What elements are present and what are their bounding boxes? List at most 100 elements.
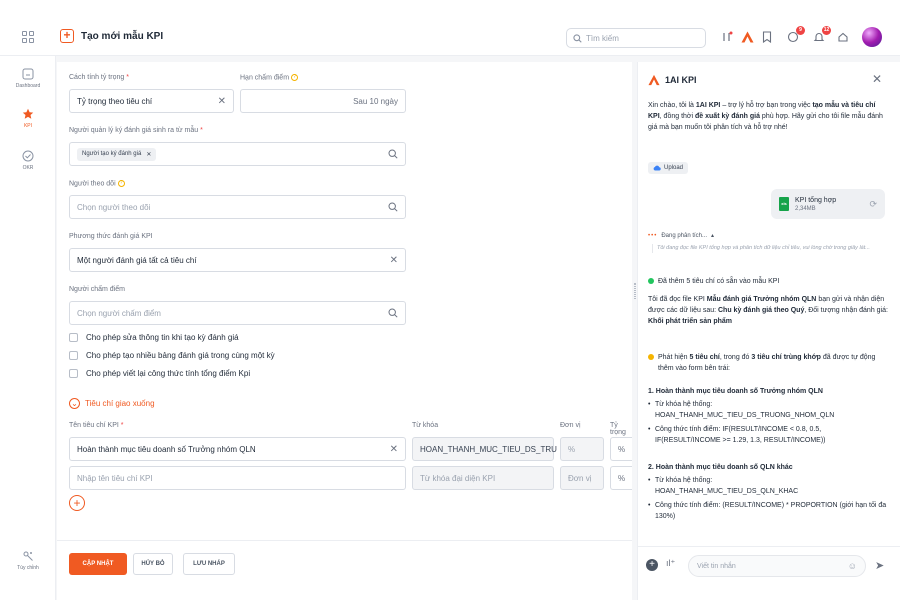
remove-tag-icon[interactable]: ✕ (146, 151, 151, 158)
ai-chat-panel: 1AI KPI ✕ Xin chào, tôi là 1AI KPI – trợ… (637, 62, 900, 600)
analyzing-note: Tôi đang đọc file KPI tổng hợp và phân t… (652, 244, 890, 253)
sidebar-item-label: OKR (22, 165, 34, 171)
new-criteria-unit-input[interactable]: Đơn vị (560, 466, 604, 490)
criteria-section-toggle[interactable]: ⌄ Tiêu chí giao xuống (69, 398, 155, 409)
message-input[interactable]: Viết tin nhắn ☺ (688, 555, 866, 577)
upload-button[interactable]: Upload (648, 162, 689, 174)
col-weight-header: Tỷ trọng (610, 422, 626, 436)
save-draft-button[interactable]: LƯU NHÁP (183, 553, 235, 575)
sidebar-item-dashboard[interactable]: Dashboard (0, 68, 56, 89)
checkbox[interactable] (69, 351, 78, 360)
chevron-down-icon: ⌄ (69, 398, 80, 409)
grader-label: Người chấm điểm (69, 286, 125, 293)
cancel-button[interactable]: HỦY BỎ (133, 553, 173, 575)
grader-select[interactable]: Chọn người chấm điểm (69, 301, 406, 325)
weighting-label: Cách tính tỷ trọng * (69, 74, 129, 81)
customize-icon (23, 551, 33, 561)
chat-header: 1AI KPI (648, 74, 697, 86)
home-icon[interactable] (836, 31, 850, 45)
criteria-name-input[interactable]: Hoàn thành mục tiêu doanh số Trưởng nhóm… (69, 437, 406, 461)
file-size: 2,34MB (795, 205, 816, 212)
list-item: Từ khóa hệ thống:HOAN_THANH_MUC_TIEU_DS_… (648, 475, 888, 497)
manager-select[interactable]: Người tạo ký đánh giá ✕ (69, 142, 406, 166)
page-title: Tạo mới mẫu KPI (81, 31, 164, 42)
method-value: Một người đánh giá tất cả tiêu chí (77, 255, 197, 265)
loading-dots-icon: ••• (648, 232, 658, 239)
refresh-icon[interactable]: ⟳ (869, 199, 877, 210)
kpi-template-form: Cách tính tỷ trọng * Tỷ trọng theo tiêu … (57, 62, 632, 600)
deadline-label: Hạn chấm điểm ? (240, 74, 298, 81)
list-item: Công thức tính điểm: (RESULT/INCOME) * P… (648, 500, 888, 522)
col-name-header: Tên tiêu chí KPI * (69, 422, 124, 429)
chat-title: 1AI KPI (665, 75, 697, 85)
panel-resize-handle[interactable] (634, 283, 636, 299)
criteria-unit-input[interactable]: % (560, 437, 604, 461)
clear-icon[interactable]: ✕ (390, 444, 398, 455)
sidebar-item-label: Tùy chỉnh (17, 565, 39, 571)
sidebar-item-kpi[interactable]: KPI (0, 108, 56, 129)
emoji-icon[interactable]: ☺ (848, 561, 857, 571)
brand-logo-icon[interactable] (740, 31, 754, 45)
help-icon: ? (290, 74, 298, 81)
checkbox-allow-edit[interactable]: Cho phép sửa thông tin khi tạo kỳ đánh g… (69, 333, 239, 342)
left-sidebar: Dashboard KPI OKR Tùy chỉnh (0, 56, 56, 600)
filter-sort-icon[interactable] (720, 31, 734, 45)
bell-badge: 12 (822, 26, 831, 35)
criteria-keyword-input[interactable]: HOAN_THANH_MUC_TIEU_DS_TRU (412, 437, 557, 461)
search-icon (388, 308, 398, 318)
list-item: Công thức tính điểm: IF(RESULT/INCOME < … (648, 424, 888, 446)
sidebar-item-label: Dashboard (15, 83, 41, 89)
check-circle-icon (22, 150, 34, 162)
bell-icon[interactable]: 12 (812, 26, 831, 45)
star-icon (22, 108, 34, 119)
criteria-weight-input[interactable]: % (610, 437, 632, 461)
success-dot-icon (648, 278, 654, 284)
clear-icon[interactable]: ✕ (218, 96, 226, 107)
clear-icon[interactable]: ✕ (390, 255, 398, 266)
file-read-message: Tôi đã đọc file KPI Mẫu đánh giá Trưởng … (648, 296, 888, 325)
uploaded-file[interactable]: xls KPI tổng hợp 2,34MB ⟳ (771, 189, 885, 219)
warning-dot-icon (648, 354, 654, 360)
checkbox-allow-multiple[interactable]: Cho phép tạo nhiều bảng đánh giá trong c… (69, 351, 275, 360)
new-criteria-name-input[interactable]: Nhập tên tiêu chí KPI (69, 466, 406, 490)
chat-intro-message: Xin chào, tôi là 1AI KPI – trợ lý hỗ trợ… (648, 102, 883, 131)
follower-placeholder: Chọn người theo dõi (77, 202, 151, 212)
method-label: Phương thức đánh giá KPI (69, 233, 153, 240)
manager-tag[interactable]: Người tạo ký đánh giá ✕ (77, 147, 157, 161)
weighting-select[interactable]: Tỷ trọng theo tiêu chí ✕ (69, 89, 234, 113)
search-input[interactable]: Tìm kiếm (566, 28, 706, 48)
voice-icon[interactable]: ıl⁺ (666, 558, 675, 569)
sidebar-item-label: KPI (23, 123, 33, 129)
checkbox[interactable] (69, 369, 78, 378)
search-icon (388, 149, 398, 159)
sidebar-item-okr[interactable]: OKR (0, 150, 56, 171)
close-icon[interactable]: ✕ (872, 72, 882, 86)
analyzing-status[interactable]: ••• Đang phân tích... ▴ (648, 232, 714, 240)
checkbox[interactable] (69, 333, 78, 342)
brand-logo-icon (648, 74, 660, 86)
search-icon (573, 33, 582, 43)
user-avatar[interactable] (862, 27, 882, 47)
spreadsheet-file-icon: xls (779, 197, 789, 211)
message-icon[interactable]: 9 (786, 26, 805, 45)
app-grid-icon[interactable] (22, 31, 34, 43)
checkbox-allow-formula[interactable]: Cho phép viết lại công thức tính tổng đi… (69, 369, 250, 378)
deadline-input[interactable]: Sau 10 ngày (240, 89, 406, 113)
method-select[interactable]: Một người đánh giá tất cả tiêu chí ✕ (69, 248, 406, 272)
new-criteria-keyword-input[interactable]: Từ khóa đại diện KPI (412, 466, 554, 490)
add-template-icon: + (60, 29, 74, 43)
update-button[interactable]: CẬP NHẬT (69, 553, 127, 575)
help-icon: ? (117, 180, 125, 187)
chat-footer: + ıl⁺ Viết tin nhắn ☺ ➤ (638, 546, 900, 600)
sidebar-item-settings[interactable]: Tùy chỉnh (0, 550, 56, 571)
list-item: Từ khóa hệ thống:HOAN_THANH_MUC_TIEU_DS_… (648, 399, 888, 421)
add-criteria-button[interactable]: + (69, 495, 85, 511)
send-icon[interactable]: ➤ (875, 559, 884, 572)
follower-select[interactable]: Chọn người theo dõi (69, 195, 406, 219)
new-criteria-weight-input[interactable]: % (610, 466, 632, 490)
dashboard-icon (22, 68, 34, 80)
bookmark-icon[interactable] (760, 31, 774, 45)
add-attachment-icon[interactable]: + (646, 559, 658, 571)
criteria-item-2: 2. Hoàn thành mục tiêu doanh số QLN khác… (648, 462, 888, 522)
criteria-found-message: Phát hiện 5 tiêu chí, trong đó 3 tiêu ch… (648, 352, 888, 374)
